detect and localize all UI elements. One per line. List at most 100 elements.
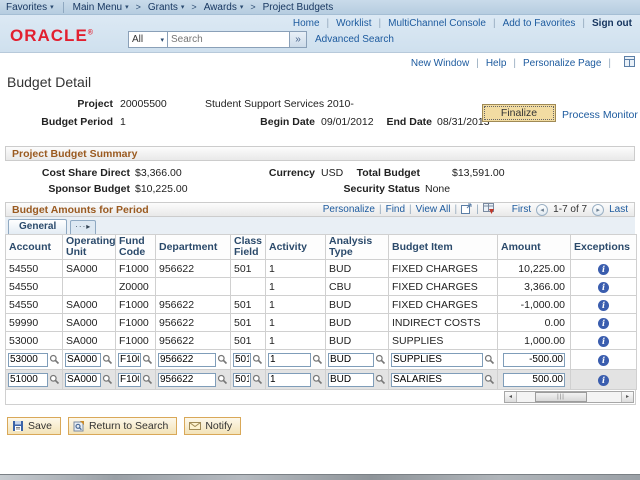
column-header-budget-item[interactable]: Budget Item [388,234,498,260]
view-all-link[interactable]: View All [416,204,451,215]
nav-link-worklist[interactable]: Worklist [336,18,371,29]
amount-input[interactable] [503,352,565,367]
lookup-icon[interactable] [484,354,495,365]
personalize-link[interactable]: Personalize [323,204,375,215]
next-page-button[interactable] [592,203,605,216]
operating-unit-input[interactable] [65,372,101,387]
info-icon[interactable] [598,354,609,366]
column-header-analysis-type[interactable]: Analysis Type [325,234,389,260]
class-field-input[interactable] [233,352,251,367]
lookup-icon[interactable] [312,354,323,365]
breadcrumb-item-main-menu[interactable]: Main Menu [73,2,129,13]
search-scope-select[interactable]: All [128,31,168,48]
nav-link-add-to-favorites[interactable]: Add to Favorites [503,18,576,29]
first-link[interactable]: First [512,204,531,215]
scroll-left-button[interactable]: ◂ [505,392,517,402]
cell-exceptions [570,277,637,296]
info-icon[interactable] [598,335,609,347]
favorites-menu[interactable]: Favorites [6,2,54,13]
column-header-class-field[interactable]: Class Field [230,234,266,260]
lookup-icon[interactable] [217,374,228,385]
process-monitor-link[interactable]: Process Monitor [562,109,638,121]
lookup-icon[interactable] [252,374,263,385]
info-icon[interactable] [598,299,609,311]
scroll-track[interactable]: ||| [517,392,621,402]
lookup-icon[interactable] [142,374,153,385]
lookup-icon[interactable] [49,354,60,365]
account-input[interactable] [8,372,48,387]
last-link[interactable]: Last [609,204,628,215]
lookup-icon[interactable] [142,354,153,365]
previous-page-button[interactable] [536,203,549,216]
department-input[interactable] [158,372,216,387]
hscrollbar[interactable]: ◂ ||| ▸ [504,391,634,403]
column-header-fund-code[interactable]: Fund Code [115,234,156,260]
operating-unit-input[interactable] [65,352,101,367]
breadcrumb-item-grants[interactable]: Grants [148,2,185,13]
analysis-type-input[interactable] [328,352,374,367]
breadcrumb-item-awards[interactable]: Awards [204,2,244,13]
lookup-icon[interactable] [252,354,263,365]
search-scope-value: All [132,34,144,45]
lookup-icon[interactable] [217,354,228,365]
activity-input[interactable] [268,372,311,387]
budget-item-input[interactable] [391,372,483,387]
return-to-search-button[interactable]: Return to Search [67,417,178,435]
info-icon[interactable] [598,374,609,386]
cost-share-direct-value: $3,366.00 [135,167,182,179]
fund-code-input[interactable] [118,352,141,367]
activity-input[interactable] [268,352,311,367]
cell-amount: 3,366.00 [497,277,571,296]
lookup-icon[interactable] [49,374,60,385]
scroll-thumb[interactable]: ||| [535,392,587,402]
find-link[interactable]: Find [386,204,405,215]
class-field-input[interactable] [233,372,251,387]
lookup-icon[interactable] [375,374,386,385]
lookup-icon[interactable] [102,374,113,385]
lookup-icon[interactable] [312,374,323,385]
advanced-search-link[interactable]: Advanced Search [315,34,394,45]
cell-account: 54550 [5,295,63,314]
department-input[interactable] [158,352,216,367]
cell-amount: 0.00 [497,313,571,332]
column-header-activity[interactable]: Activity [265,234,326,260]
tab-general[interactable]: General [8,219,68,234]
download-icon[interactable] [482,202,494,217]
personalize-page-link[interactable]: Personalize Page [523,58,601,69]
lookup-icon[interactable] [484,374,495,385]
layout-icon[interactable] [624,56,635,70]
info-icon[interactable] [598,263,609,275]
column-header-department[interactable]: Department [155,234,231,260]
show-all-columns-icon[interactable]: ···▸ [70,220,97,234]
notify-button[interactable]: Notify [184,417,242,435]
nav-link-home[interactable]: Home [293,18,320,29]
info-icon[interactable] [598,317,609,329]
zoom-grid-icon[interactable] [461,203,472,217]
column-header-exceptions[interactable]: Exceptions [570,234,637,260]
sign-out-link[interactable]: Sign out [592,18,632,29]
cell-activity: 1 [265,295,326,314]
registered-mark: ® [87,29,94,37]
cell-amount [497,349,571,370]
finalize-button[interactable]: Finalize [482,104,556,122]
column-header-operating-unit[interactable]: Operating Unit [62,234,116,260]
help-link[interactable]: Help [486,58,507,69]
analysis-type-input[interactable] [328,372,374,387]
budget-item-input[interactable] [391,352,483,367]
cell-operating-unit: SA000 [62,331,116,350]
scroll-right-button[interactable]: ▸ [621,392,633,402]
nav-link-multichannel-console[interactable]: MultiChannel Console [388,18,486,29]
lookup-icon[interactable] [102,354,113,365]
fund-code-input[interactable] [118,372,141,387]
account-input[interactable] [8,352,48,367]
new-window-link[interactable]: New Window [411,58,469,69]
save-button[interactable]: Save [7,417,61,435]
info-icon[interactable] [598,281,609,293]
column-header-amount[interactable]: Amount [497,234,571,260]
search-go-button[interactable]: » [290,31,307,48]
lookup-icon[interactable] [375,354,386,365]
column-header-account[interactable]: Account [5,234,63,260]
search-input[interactable] [168,31,290,48]
separator [476,58,479,69]
amount-input[interactable] [503,372,565,387]
